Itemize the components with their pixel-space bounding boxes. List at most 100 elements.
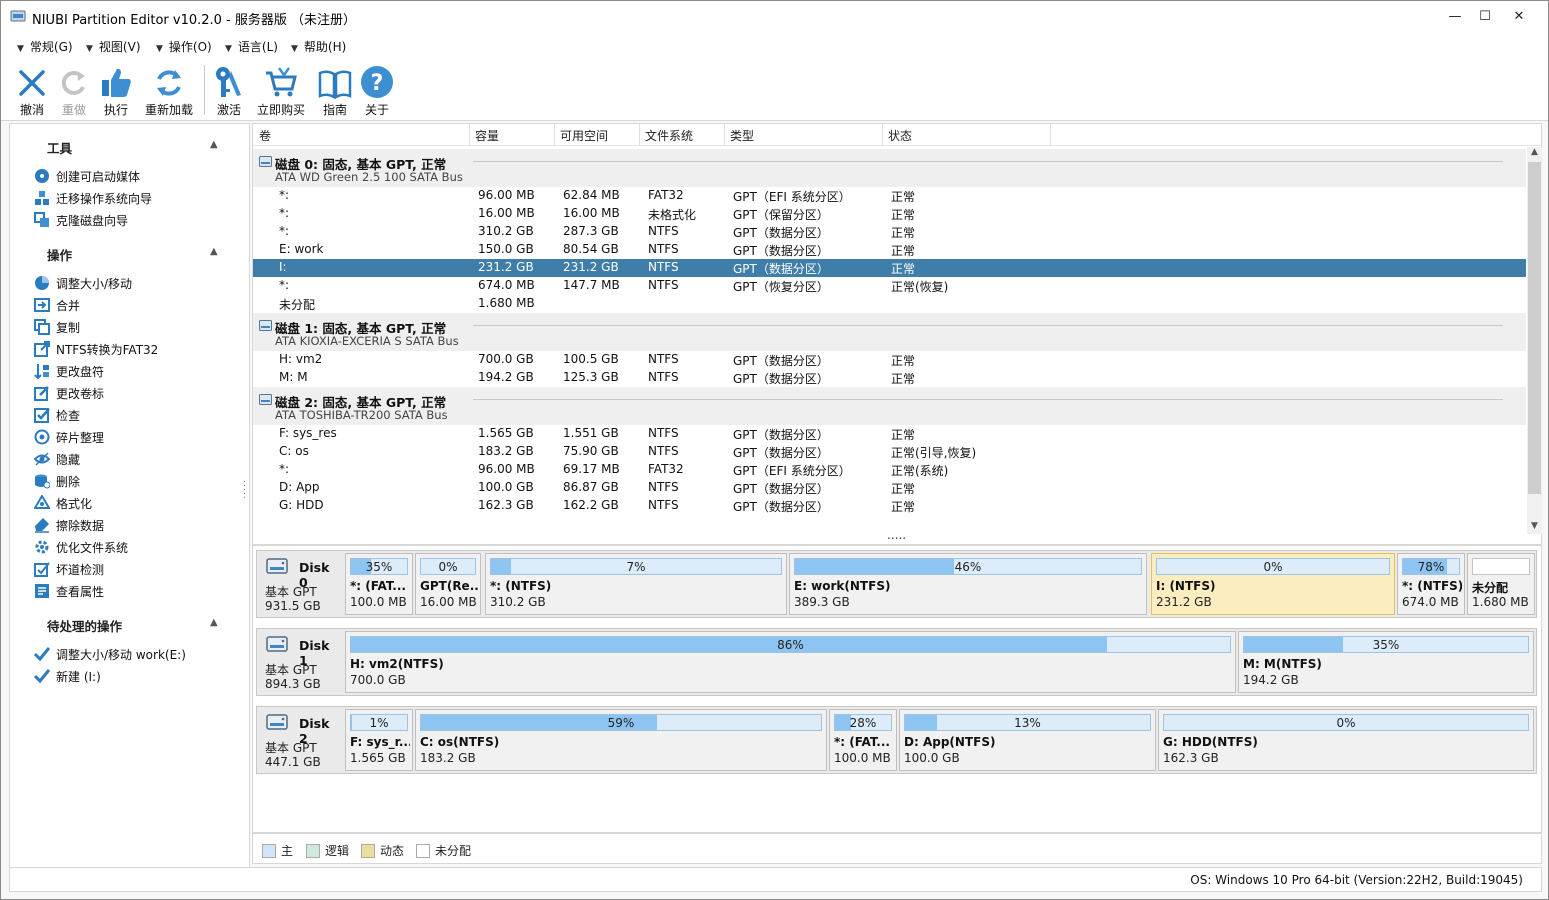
- table-row[interactable]: 未分配 1.680 MB: [253, 295, 1526, 313]
- sidebar-item-migrate-os[interactable]: 迁移操作系统向导: [34, 188, 152, 208]
- sidebar-item-change-drive-letter[interactable]: 更改盘符: [34, 361, 104, 381]
- sidebar-item-resize-move[interactable]: 调整大小/移动: [34, 273, 132, 293]
- key-icon: [216, 67, 241, 97]
- sidebar-item-wipe[interactable]: 擦除数据: [34, 515, 104, 535]
- minimize-button[interactable]: —: [1443, 5, 1467, 29]
- cell-status: 正常(系统): [891, 464, 949, 478]
- sidebar-item-clone-disk[interactable]: 克隆磁盘向导: [34, 210, 128, 230]
- undo-label: 撤消: [19, 103, 44, 117]
- table-row[interactable]: *: 96.00 MB 69.17 MB FAT32 GPT（EFI 系统分区） 正常(系…: [253, 461, 1526, 479]
- sidebar-item-defrag[interactable]: 碎片整理: [34, 427, 104, 447]
- partition-block[interactable]: 0% I: (NTFS) 231.2 GB: [1151, 553, 1395, 615]
- pending-item-label: 新建 (I:): [56, 669, 101, 684]
- menu-language[interactable]: ▼ 语言(L): [225, 38, 278, 55]
- legend-primary: 主: [262, 842, 293, 859]
- column-volume[interactable]: 卷: [259, 127, 271, 144]
- scroll-down-icon[interactable]: ▼: [1527, 521, 1542, 531]
- sidebar-item-change-label[interactable]: 更改卷标: [34, 383, 104, 403]
- disk-group-header[interactable]: 磁盘 1: 固态, 基本 GPT, 正常 ATA KIOXIA-EXCERIA S…: [253, 313, 1526, 351]
- partition-block[interactable]: 86% H: vm2(NTFS) 700.0 GB: [345, 631, 1236, 693]
- partition-block[interactable]: 35% *: (FAT... 100.0 MB: [345, 553, 413, 615]
- partition-block[interactable]: 0% GPT(Re... 16.00 MB: [415, 553, 481, 615]
- redo-button[interactable]: 重做: [55, 63, 93, 118]
- table-row[interactable]: M: M 194.2 GB 125.3 GB NTFS GPT（数据分区） 正常: [253, 369, 1526, 387]
- table-row[interactable]: D: App 100.0 GB 86.87 GB NTFS GPT（数据分区） 正常: [253, 479, 1526, 497]
- disk-group-header[interactable]: 磁盘 2: 固态, 基本 GPT, 正常 ATA TOSHIBA-TR200 SA…: [253, 387, 1526, 425]
- apply-label: 执行: [103, 103, 128, 117]
- column-status[interactable]: 状态: [888, 127, 912, 144]
- checkmark-icon: [34, 647, 50, 662]
- partition-block[interactable]: 未分配 1.680 MB: [1467, 553, 1535, 615]
- partition-block[interactable]: 13% D: App(NTFS) 100.0 GB: [899, 709, 1156, 771]
- sidebar-item-hide[interactable]: 隐藏: [34, 449, 80, 469]
- table-row[interactable]: G: HDD 162.3 GB 162.2 GB NTFS GPT（数据分区） 正常: [253, 497, 1526, 515]
- vertical-scrollbar[interactable]: ▲ ▼: [1527, 147, 1542, 534]
- activate-button[interactable]: 激活: [211, 63, 247, 118]
- partition-block[interactable]: 1% F: sys_r... 1.565 GB: [345, 709, 413, 771]
- partition-block[interactable]: 59% C: os(NTFS) 183.2 GB: [415, 709, 827, 771]
- sidebar-item-merge[interactable]: 合并: [34, 295, 80, 315]
- table-row[interactable]: *: 674.0 MB 147.7 MB NTFS GPT（恢复分区） 正常(恢复): [253, 277, 1526, 295]
- partition-block[interactable]: 7% *: (NTFS) 310.2 GB: [485, 553, 787, 615]
- pending-item-create[interactable]: 新建 (I:): [34, 666, 101, 686]
- pending-item-resize[interactable]: 调整大小/移动 work(E:): [34, 644, 186, 664]
- sidebar-item-bootable-media[interactable]: 创建可启动媒体: [34, 166, 140, 186]
- partition-block[interactable]: 46% E: work(NTFS) 389.3 GB: [789, 553, 1147, 615]
- sidebar-item-check[interactable]: 检查: [34, 405, 80, 425]
- sidebar-item-label: 复制: [56, 320, 81, 335]
- about-button[interactable]: ? 关于: [359, 63, 395, 118]
- sidebar-item-properties[interactable]: 查看属性: [34, 581, 104, 601]
- scroll-up-icon[interactable]: ▲: [1527, 147, 1542, 157]
- collapse-tools-chevron-up-icon[interactable]: ▲: [210, 139, 218, 150]
- cell-capacity: 162.3 GB: [478, 498, 534, 512]
- column-file-system[interactable]: 文件系统: [645, 127, 693, 144]
- disk-group-header[interactable]: 磁盘 0: 固态, 基本 GPT, 正常 ATA WD Green 2.5 100…: [253, 149, 1526, 187]
- apply-button[interactable]: 执行: [97, 63, 135, 118]
- sidebar-item-delete[interactable]: 删除: [34, 471, 80, 491]
- menu-operation[interactable]: ▼ 操作(O): [156, 38, 212, 55]
- menu-view[interactable]: ▼ 视图(V): [86, 38, 141, 55]
- collapse-pending-chevron-up-icon[interactable]: ▲: [210, 617, 218, 628]
- cell-status: 正常: [891, 226, 916, 240]
- partition-name: E: work(NTFS): [794, 579, 891, 593]
- partition-block[interactable]: 78% *: (NTFS) 674.0 MB: [1397, 553, 1465, 615]
- sidebar-item-copy[interactable]: 复制: [34, 317, 80, 337]
- reload-button[interactable]: 重新加载: [141, 63, 197, 118]
- buy-now-button[interactable]: 立即购买: [255, 63, 307, 118]
- cell-volume: *:: [279, 188, 290, 202]
- table-row[interactable]: *: 16.00 MB 16.00 MB 未格式化 GPT（保留分区） 正常: [253, 205, 1526, 223]
- menu-general[interactable]: ▼ 常规(G): [17, 38, 73, 55]
- table-row[interactable]: *: 96.00 MB 62.84 MB FAT32 GPT（EFI 系统分区） 正常: [253, 187, 1526, 205]
- cell-status: 正常: [891, 244, 916, 258]
- close-button[interactable]: ✕: [1507, 5, 1531, 29]
- collapse-operations-chevron-up-icon[interactable]: ▲: [210, 246, 218, 257]
- table-row[interactable]: I: 231.2 GB 231.2 GB NTFS GPT（数据分区） 正常: [253, 259, 1526, 277]
- table-row[interactable]: E: work 150.0 GB 80.54 GB NTFS GPT（数据分区） 正常: [253, 241, 1526, 259]
- partition-block[interactable]: 0% G: HDD(NTFS) 162.3 GB: [1158, 709, 1534, 771]
- sidebar-item-ntfs-to-fat32[interactable]: NTFS转换为FAT32: [34, 339, 158, 359]
- resize-icon: [35, 276, 49, 290]
- cell-status: 正常: [891, 428, 916, 442]
- sidebar-item-format[interactable]: 格式化: [34, 493, 92, 513]
- table-row[interactable]: F: sys_res 1.565 GB 1.551 GB NTFS GPT（数据分区） 正…: [253, 425, 1526, 443]
- table-row[interactable]: *: 310.2 GB 287.3 GB NTFS GPT（数据分区） 正常: [253, 223, 1526, 241]
- splitter-handle[interactable]: · · · · ·: [243, 478, 246, 504]
- column-type[interactable]: 类型: [730, 127, 754, 144]
- partition-block[interactable]: 35% M: M(NTFS) 194.2 GB: [1238, 631, 1534, 693]
- sidebar-item-optimize-fs[interactable]: 优化文件系统: [34, 537, 128, 557]
- cell-file-system: FAT32: [648, 462, 684, 476]
- column-capacity[interactable]: 容量: [475, 127, 499, 144]
- cell-volume: D: App: [279, 480, 320, 494]
- menu-help[interactable]: ▼ 帮助(H): [291, 38, 346, 55]
- guide-button[interactable]: 指南: [316, 63, 354, 118]
- table-row[interactable]: C: os 183.2 GB 75.90 GB NTFS GPT（数据分区） 正常(引导,…: [253, 443, 1526, 461]
- undo-button[interactable]: 撤消: [13, 63, 51, 118]
- partition-block[interactable]: 28% *: (FAT... 100.0 MB: [829, 709, 897, 771]
- scrollbar-thumb[interactable]: [1528, 162, 1541, 494]
- table-row[interactable]: H: vm2 700.0 GB 100.5 GB NTFS GPT（数据分区） 正常: [253, 351, 1526, 369]
- maximize-button[interactable]: ☐: [1473, 5, 1497, 29]
- migrate-icon: [35, 191, 49, 205]
- column-free-space[interactable]: 可用空间: [560, 127, 608, 144]
- chevron-down-icon: ▼: [156, 44, 163, 54]
- sidebar-item-bad-sector-scan[interactable]: 坏道检测: [34, 559, 104, 579]
